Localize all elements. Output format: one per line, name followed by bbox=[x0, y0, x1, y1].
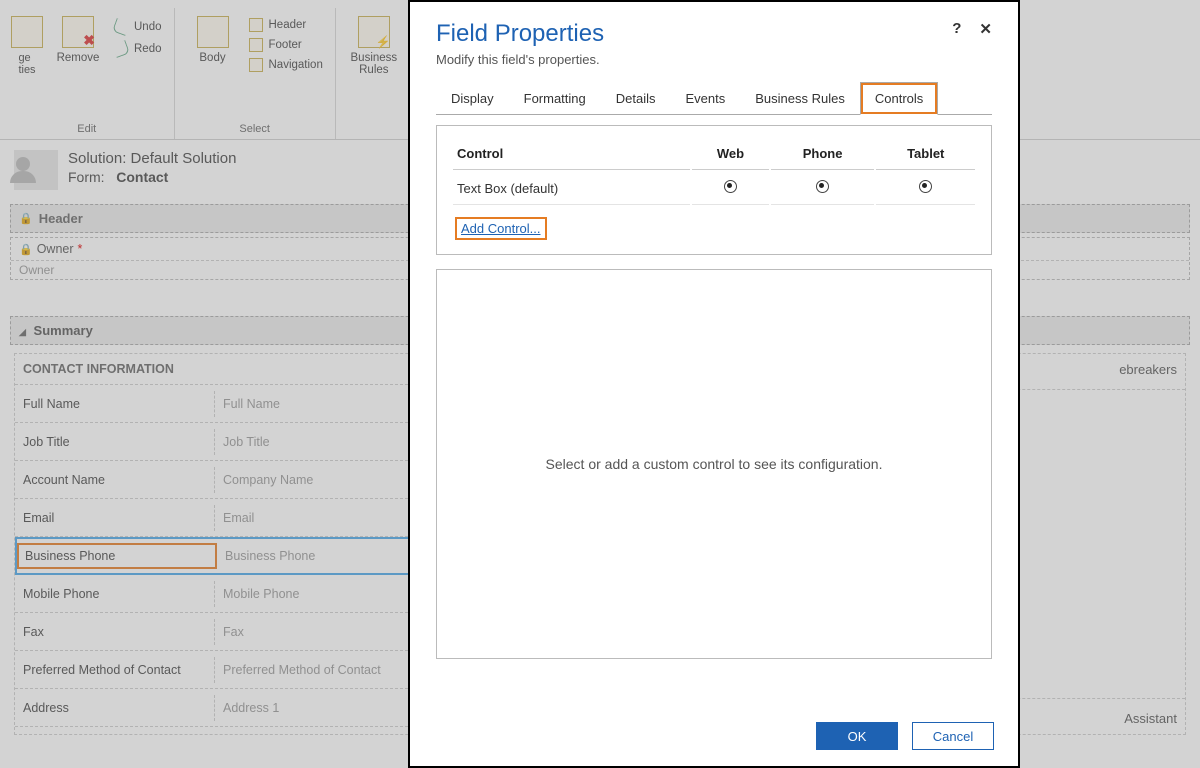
controls-table: Control Web Phone Tablet Text Box (defau… bbox=[451, 140, 977, 207]
controls-tab-body: Control Web Phone Tablet Text Box (defau… bbox=[436, 125, 992, 255]
radio-phone[interactable] bbox=[816, 180, 829, 193]
tab-formatting[interactable]: Formatting bbox=[509, 82, 601, 115]
table-row[interactable]: Text Box (default) bbox=[453, 172, 975, 205]
col-phone: Phone bbox=[771, 142, 875, 170]
radio-web[interactable] bbox=[724, 180, 737, 193]
dialog-subtitle: Modify this field's properties. bbox=[410, 48, 1018, 81]
col-control: Control bbox=[453, 142, 690, 170]
tab-strip: DisplayFormattingDetailsEventsBusiness R… bbox=[436, 81, 992, 115]
add-control-link[interactable]: Add Control... bbox=[455, 217, 547, 240]
tab-controls[interactable]: Controls bbox=[860, 82, 938, 115]
tab-events[interactable]: Events bbox=[671, 82, 741, 115]
ok-button[interactable]: OK bbox=[816, 722, 898, 750]
radio-tablet[interactable] bbox=[919, 180, 932, 193]
close-icon[interactable]: ✕ bbox=[979, 20, 992, 38]
help-icon[interactable]: ? bbox=[952, 20, 961, 38]
control-config-placeholder: Select or add a custom control to see it… bbox=[436, 269, 992, 659]
dialog-buttons: OK Cancel bbox=[410, 706, 1018, 766]
cancel-button[interactable]: Cancel bbox=[912, 722, 994, 750]
control-name: Text Box (default) bbox=[453, 172, 690, 205]
col-tablet: Tablet bbox=[876, 142, 975, 170]
config-placeholder-text: Select or add a custom control to see it… bbox=[546, 456, 883, 472]
tab-details[interactable]: Details bbox=[601, 82, 671, 115]
tab-business-rules[interactable]: Business Rules bbox=[740, 82, 860, 115]
dialog-title: Field Properties bbox=[436, 20, 604, 48]
tab-display[interactable]: Display bbox=[436, 82, 509, 115]
col-web: Web bbox=[692, 142, 769, 170]
field-properties-dialog: Field Properties ? ✕ Modify this field's… bbox=[408, 0, 1020, 768]
